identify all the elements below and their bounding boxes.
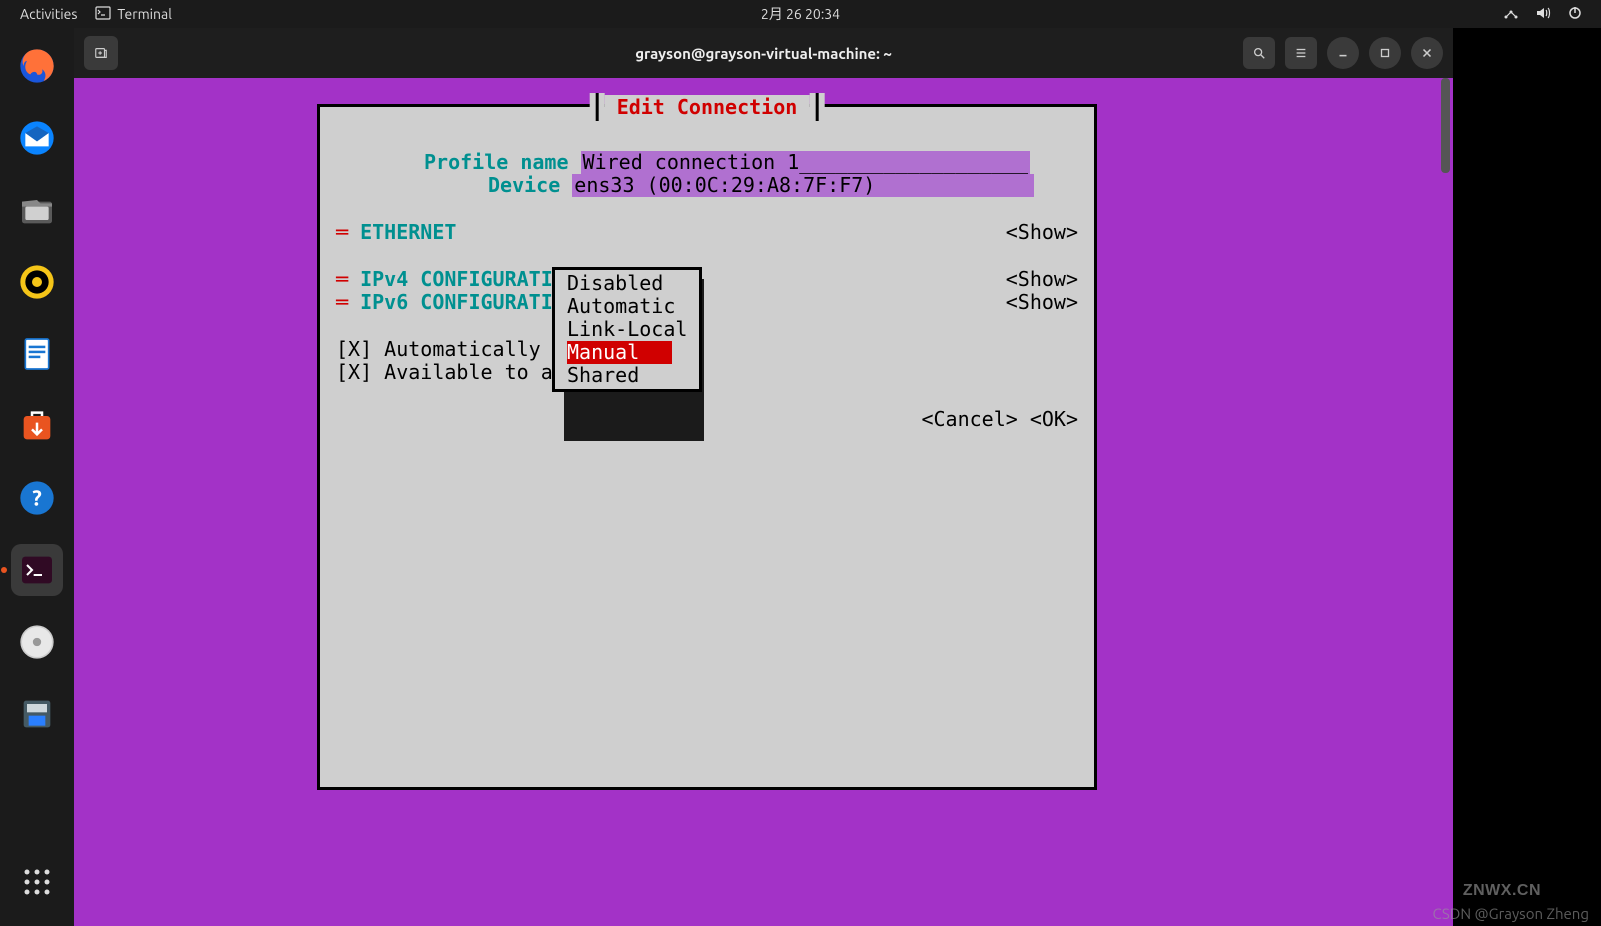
popup-option-disabled[interactable]: Disabled [567,272,687,295]
ipv6-show-button[interactable]: <Show> [1006,291,1078,314]
watermark-znwx: ZNWX.CN [1463,882,1541,900]
ubuntu-dock: ? [0,28,74,926]
volume-icon[interactable] [1535,5,1551,24]
clock-label[interactable]: 2月 26 20:34 [761,4,840,24]
minimize-button[interactable] [1327,37,1359,69]
ipv4-method-popup: Disabled Automatic Link-Local Manual Sha… [552,267,702,392]
nmtui-title-wrap: Edit Connection [590,93,825,121]
popup-option-manual[interactable]: Manual [567,341,672,364]
terminal-window: grayson@grayson-virtual-machine: ~ Edit … [74,28,1453,926]
ipv6-section[interactable]: IPv6 CONFIGURATION [360,291,577,314]
current-app-indicator[interactable]: Terminal [95,5,172,24]
ipv6-marker: ═ [336,291,360,314]
dock-disk[interactable] [11,616,63,668]
cancel-button[interactable]: <Cancel> [921,408,1017,431]
network-status-icon[interactable] [1503,5,1519,24]
ethernet-marker: ═ [336,221,360,244]
activities-button[interactable]: Activities [20,6,77,22]
ipv4-marker: ═ [336,268,360,291]
app-name-label: Terminal [117,6,172,22]
nmtui-title: Edit Connection [611,95,804,119]
dock-terminal[interactable] [11,544,63,596]
terminal-icon [95,5,111,24]
maximize-button[interactable] [1369,37,1401,69]
device-label: Device [488,174,560,197]
terminal-titlebar: grayson@grayson-virtual-machine: ~ [74,28,1453,78]
terminal-body[interactable]: Edit Connection Profile name Wired conne… [74,78,1453,926]
dock-files[interactable] [11,184,63,236]
device-input[interactable]: ens33 (00:0C:29:A8:7F:F7) [572,174,1034,197]
auto-connect-checkbox[interactable]: [X] Automatically co [336,338,577,361]
dock-rhythmbox[interactable] [11,256,63,308]
ok-button[interactable]: <OK> [1030,408,1078,431]
dock-help[interactable]: ? [11,472,63,524]
watermark-csdn: CSDN @Grayson Zheng [1433,905,1589,922]
search-button[interactable] [1243,37,1275,69]
dock-show-apps[interactable] [11,856,63,908]
popup-option-automatic[interactable]: Automatic [567,295,687,318]
svg-text:?: ? [32,487,42,511]
dock-firefox[interactable] [11,40,63,92]
available-all-checkbox[interactable]: [X] Available to all [336,361,577,384]
power-icon[interactable] [1567,5,1583,24]
dock-save[interactable] [11,688,63,740]
close-button[interactable] [1411,37,1443,69]
ethernet-show-button[interactable]: <Show> [1006,221,1078,244]
ethernet-section[interactable]: ETHERNET [360,221,456,244]
terminal-title: grayson@grayson-virtual-machine: ~ [635,45,892,62]
gnome-topbar: Activities Terminal 2月 26 20:34 [0,0,1601,28]
popup-option-shared[interactable]: Shared [567,364,687,387]
ipv4-show-button[interactable]: <Show> [1006,268,1078,291]
popup-option-link-local[interactable]: Link-Local [567,318,687,341]
dock-ubuntu-software[interactable] [11,400,63,452]
dock-thunderbird[interactable] [11,112,63,164]
nmtui-dialog: Edit Connection Profile name Wired conne… [317,104,1097,790]
menu-button[interactable] [1285,37,1317,69]
profile-name-label: Profile name [424,151,569,174]
profile-name-input[interactable]: Wired connection 1___________________ [581,151,1031,174]
new-tab-button[interactable] [84,36,118,70]
ipv4-section[interactable]: IPv4 CONFIGURATION [360,268,577,291]
dock-libreoffice-writer[interactable] [11,328,63,380]
scrollbar-thumb[interactable] [1441,78,1450,173]
